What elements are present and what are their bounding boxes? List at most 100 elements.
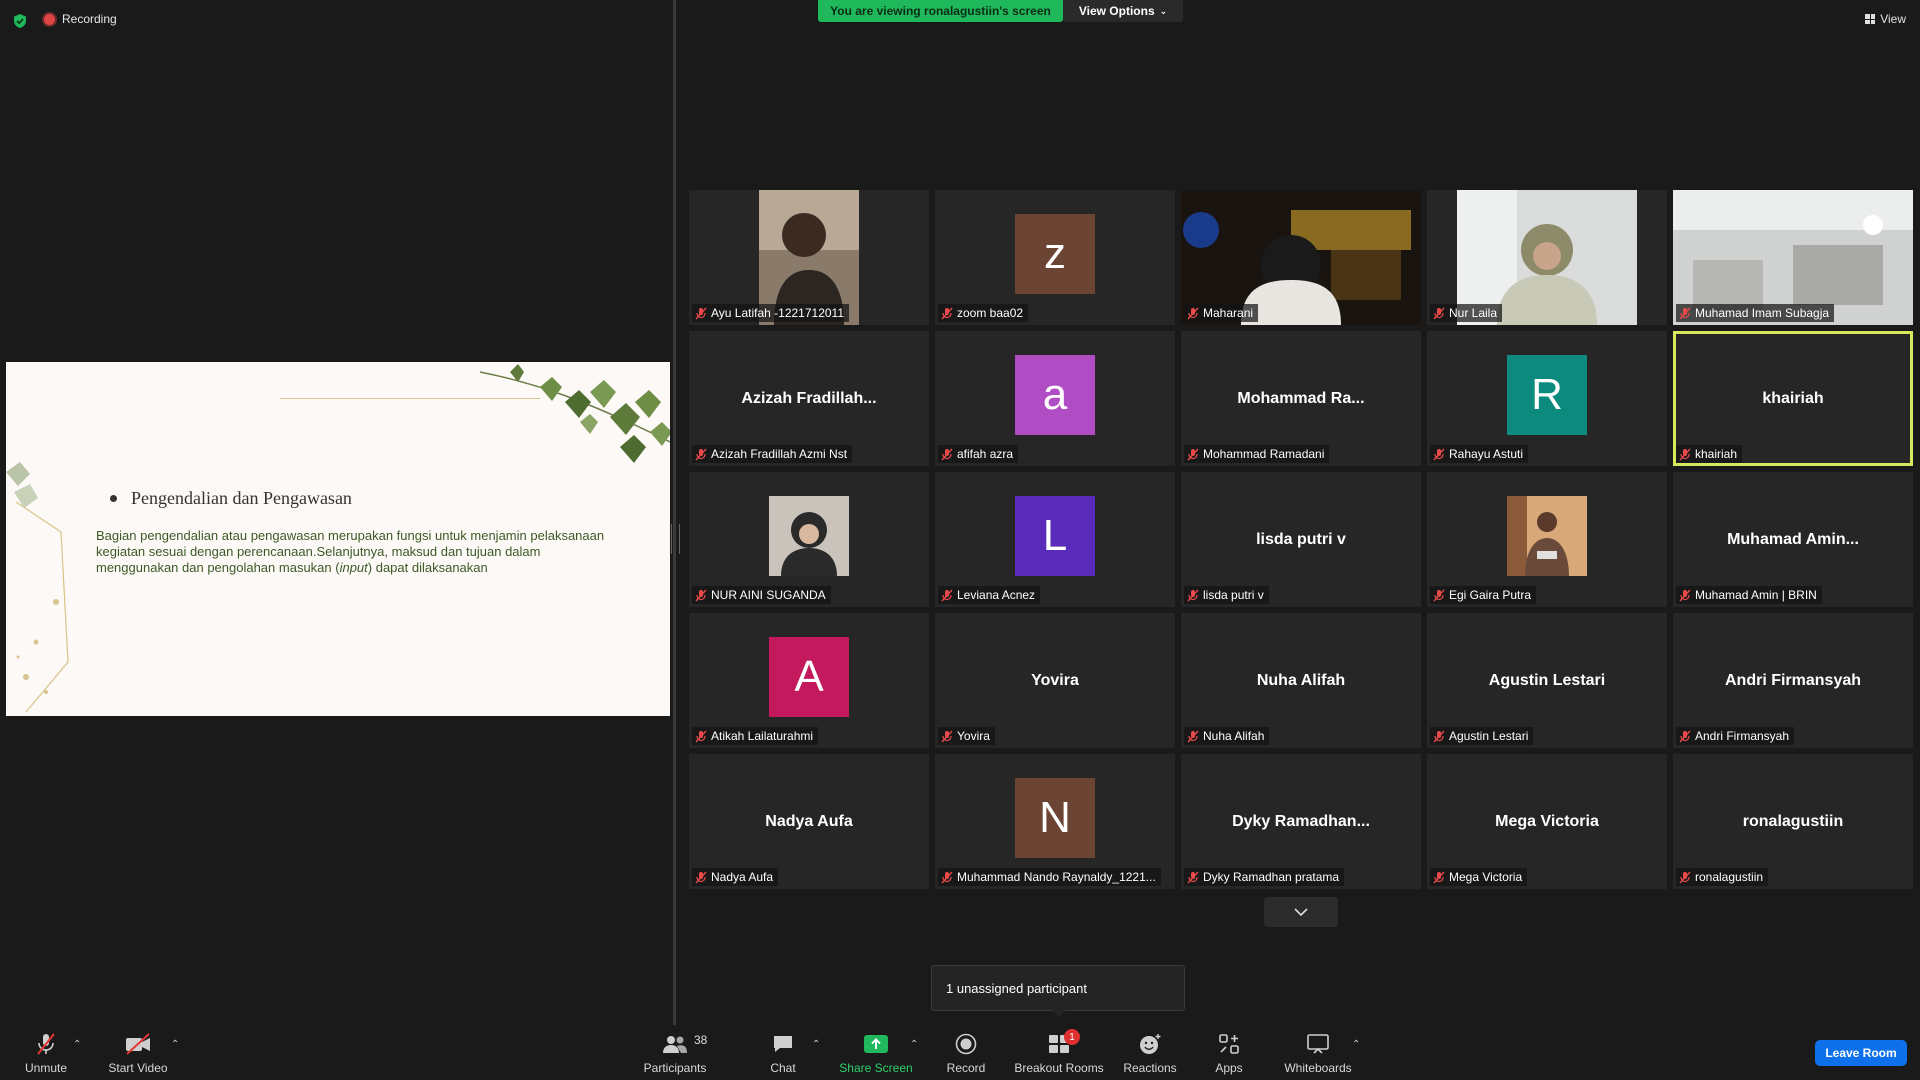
participant-tile[interactable]: Nur Laila [1427,190,1667,325]
tooltip-pointer [1052,1010,1066,1017]
chat-options-caret-icon[interactable]: ⌃ [812,1039,820,1050]
microphone-muted-icon [37,1033,55,1055]
participant-avatar: L [1015,495,1095,576]
view-button[interactable]: View [1865,12,1906,26]
start-video-button[interactable]: Start Video [104,1025,172,1080]
participant-tile[interactable]: Muhamad Amin... Muhamad Amin | BRIN [1673,472,1913,607]
participant-tile[interactable]: Dyky Ramadhan... Dyky Ramadhan pratama [1181,754,1421,889]
participant-name: Rahayu Astuti [1449,447,1524,461]
microphone-muted-icon [1679,448,1691,460]
microphone-muted-icon [1433,589,1445,601]
participant-tile[interactable]: Mega Victoria Mega Victoria [1427,754,1667,889]
participant-tile[interactable]: Azizah Fradillah... Azizah Fradillah Azmi… [689,331,929,466]
record-button[interactable]: Record [940,1025,992,1080]
participant-tile[interactable]: Nuha Alifah Nuha Alifah [1181,613,1421,748]
unassigned-participant-tooltip[interactable]: 1 unassigned participant [931,965,1185,1011]
participant-count: 38 [694,1033,708,1047]
chevron-down-icon: ⌄ [1159,5,1168,16]
participant-display-name: ronalagustiin [1742,812,1844,830]
participant-tile[interactable]: Maharani [1181,190,1421,325]
participant-display-name: Dyky Ramadhan... [1232,812,1370,830]
share-screen-button[interactable]: Share Screen [836,1025,916,1080]
participant-name-label: zoom baa02 [938,304,1029,322]
recording-indicator[interactable]: Recording [44,12,117,26]
participant-name-label: Muhammad Nando Raynaldy_1221... [938,868,1161,886]
microphone-muted-icon [1187,448,1199,460]
participant-tile[interactable]: Agustin Lestari Agustin Lestari [1427,613,1667,748]
participant-name: Ayu Latifah -1221712011 [711,306,845,320]
microphone-muted-icon [695,448,707,460]
participant-name: Yovira [957,729,990,743]
participant-name-label: Maharani [1184,304,1259,322]
microphone-muted-icon [695,589,707,601]
security-shield-icon[interactable] [12,13,28,29]
participant-tile[interactable]: Andri Firmansyah Andri Firmansyah [1673,613,1913,748]
participant-tile[interactable]: Yovira Yovira [935,613,1175,748]
participant-name: zoom baa02 [957,306,1024,320]
chat-button[interactable]: Chat [758,1025,808,1080]
apps-label: Apps [1215,1061,1243,1075]
participant-name-label: Nur Laila [1430,304,1503,322]
apps-button[interactable]: Apps [1200,1025,1258,1080]
bullet-icon [110,495,117,502]
microphone-muted-icon [1679,730,1691,742]
slide-paragraph: Bagian pengendalian atau pengawasan meru… [96,528,626,576]
audio-options-caret-icon[interactable]: ⌃ [73,1039,81,1050]
unmute-button[interactable]: Unmute [18,1025,74,1080]
participant-name: Maharani [1203,306,1254,320]
start-video-label: Start Video [108,1061,168,1075]
split-divider[interactable] [673,0,676,1025]
microphone-muted-icon [1679,307,1691,319]
divider-drag-handle[interactable] [671,524,680,554]
participant-name-label: Azizah Fradillah Azmi Nst [692,445,853,463]
participant-name-label: khairiah [1676,445,1743,463]
slide-bullet-heading: Pengendalian dan Pengawasan [110,488,352,509]
participant-tile[interactable]: Egi Gaira Putra [1427,472,1667,607]
microphone-muted-icon [1679,871,1691,883]
whiteboards-button[interactable]: Whiteboards [1278,1025,1358,1080]
participant-avatar: a [1015,354,1095,435]
participants-button[interactable]: 38 Participants [640,1025,710,1080]
participant-display-name: Muhamad Amin... [1727,530,1859,548]
participants-label: Participants [643,1061,707,1075]
participant-tile[interactable]: z zoom baa02 [935,190,1175,325]
gallery-next-page-button[interactable] [1264,897,1338,927]
participant-tile[interactable]: N Muhammad Nando Raynaldy_1221... [935,754,1175,889]
participant-display-name: Nuha Alifah [1256,671,1346,689]
participant-display-name: Azizah Fradillah... [741,389,877,407]
meeting-toolbar: Unmute ⌃ Start Video ⌃ 38 Participants C… [0,1025,1920,1080]
participant-name: ronalagustiin [1695,870,1764,884]
participant-tile[interactable]: A Atikah Lailaturahmi [689,613,929,748]
microphone-muted-icon [1679,589,1691,601]
screen-share-banner: You are viewing ronalagustiin's screen [818,0,1063,22]
participant-tile[interactable]: L Leviana Acnez [935,472,1175,607]
participant-tile[interactable]: Mohammad Ra... Mohammad Ramadani [1181,331,1421,466]
whiteboard-options-caret-icon[interactable]: ⌃ [1352,1039,1360,1050]
microphone-muted-icon [1433,448,1445,460]
participant-tile[interactable]: Muhamad Imam Subagja [1673,190,1913,325]
video-camera-off-icon [126,1033,150,1055]
recording-label: Recording [62,12,117,26]
participant-tile[interactable]: lisda putri v lisda putri v [1181,472,1421,607]
video-options-caret-icon[interactable]: ⌃ [171,1039,179,1050]
participant-tile[interactable]: NUR AINI SUGANDA [689,472,929,607]
participant-tile[interactable]: ronalagustiin ronalagustiin [1673,754,1913,889]
participant-avatar: z [1015,213,1095,294]
participant-tile[interactable]: Ayu Latifah -1221712011 [689,190,929,325]
participant-tile[interactable]: Nadya Aufa Nadya Aufa [689,754,929,889]
microphone-muted-icon [1433,871,1445,883]
participant-name-label: Yovira [938,727,995,745]
participant-name: Nuha Alifah [1203,729,1265,743]
share-options-caret-icon[interactable]: ⌃ [910,1039,918,1050]
participant-name: Muhamad Imam Subagja [1695,306,1830,320]
leave-room-button[interactable]: Leave Room [1815,1040,1907,1066]
participant-tile[interactable]: R Rahayu Astuti [1427,331,1667,466]
reactions-button[interactable]: Reactions [1120,1025,1180,1080]
record-label: Record [946,1061,986,1075]
participant-avatar: R [1507,354,1587,435]
view-options-button[interactable]: View Options ⌄ [1063,0,1183,22]
breakout-rooms-button[interactable]: 1 Breakout Rooms [1012,1025,1106,1080]
participant-tile[interactable]: khairiah khairiah [1673,331,1913,466]
participant-tile[interactable]: a afifah azra [935,331,1175,466]
slide-paragraph-part-2: ) dapat dilaksanakan [367,560,488,575]
